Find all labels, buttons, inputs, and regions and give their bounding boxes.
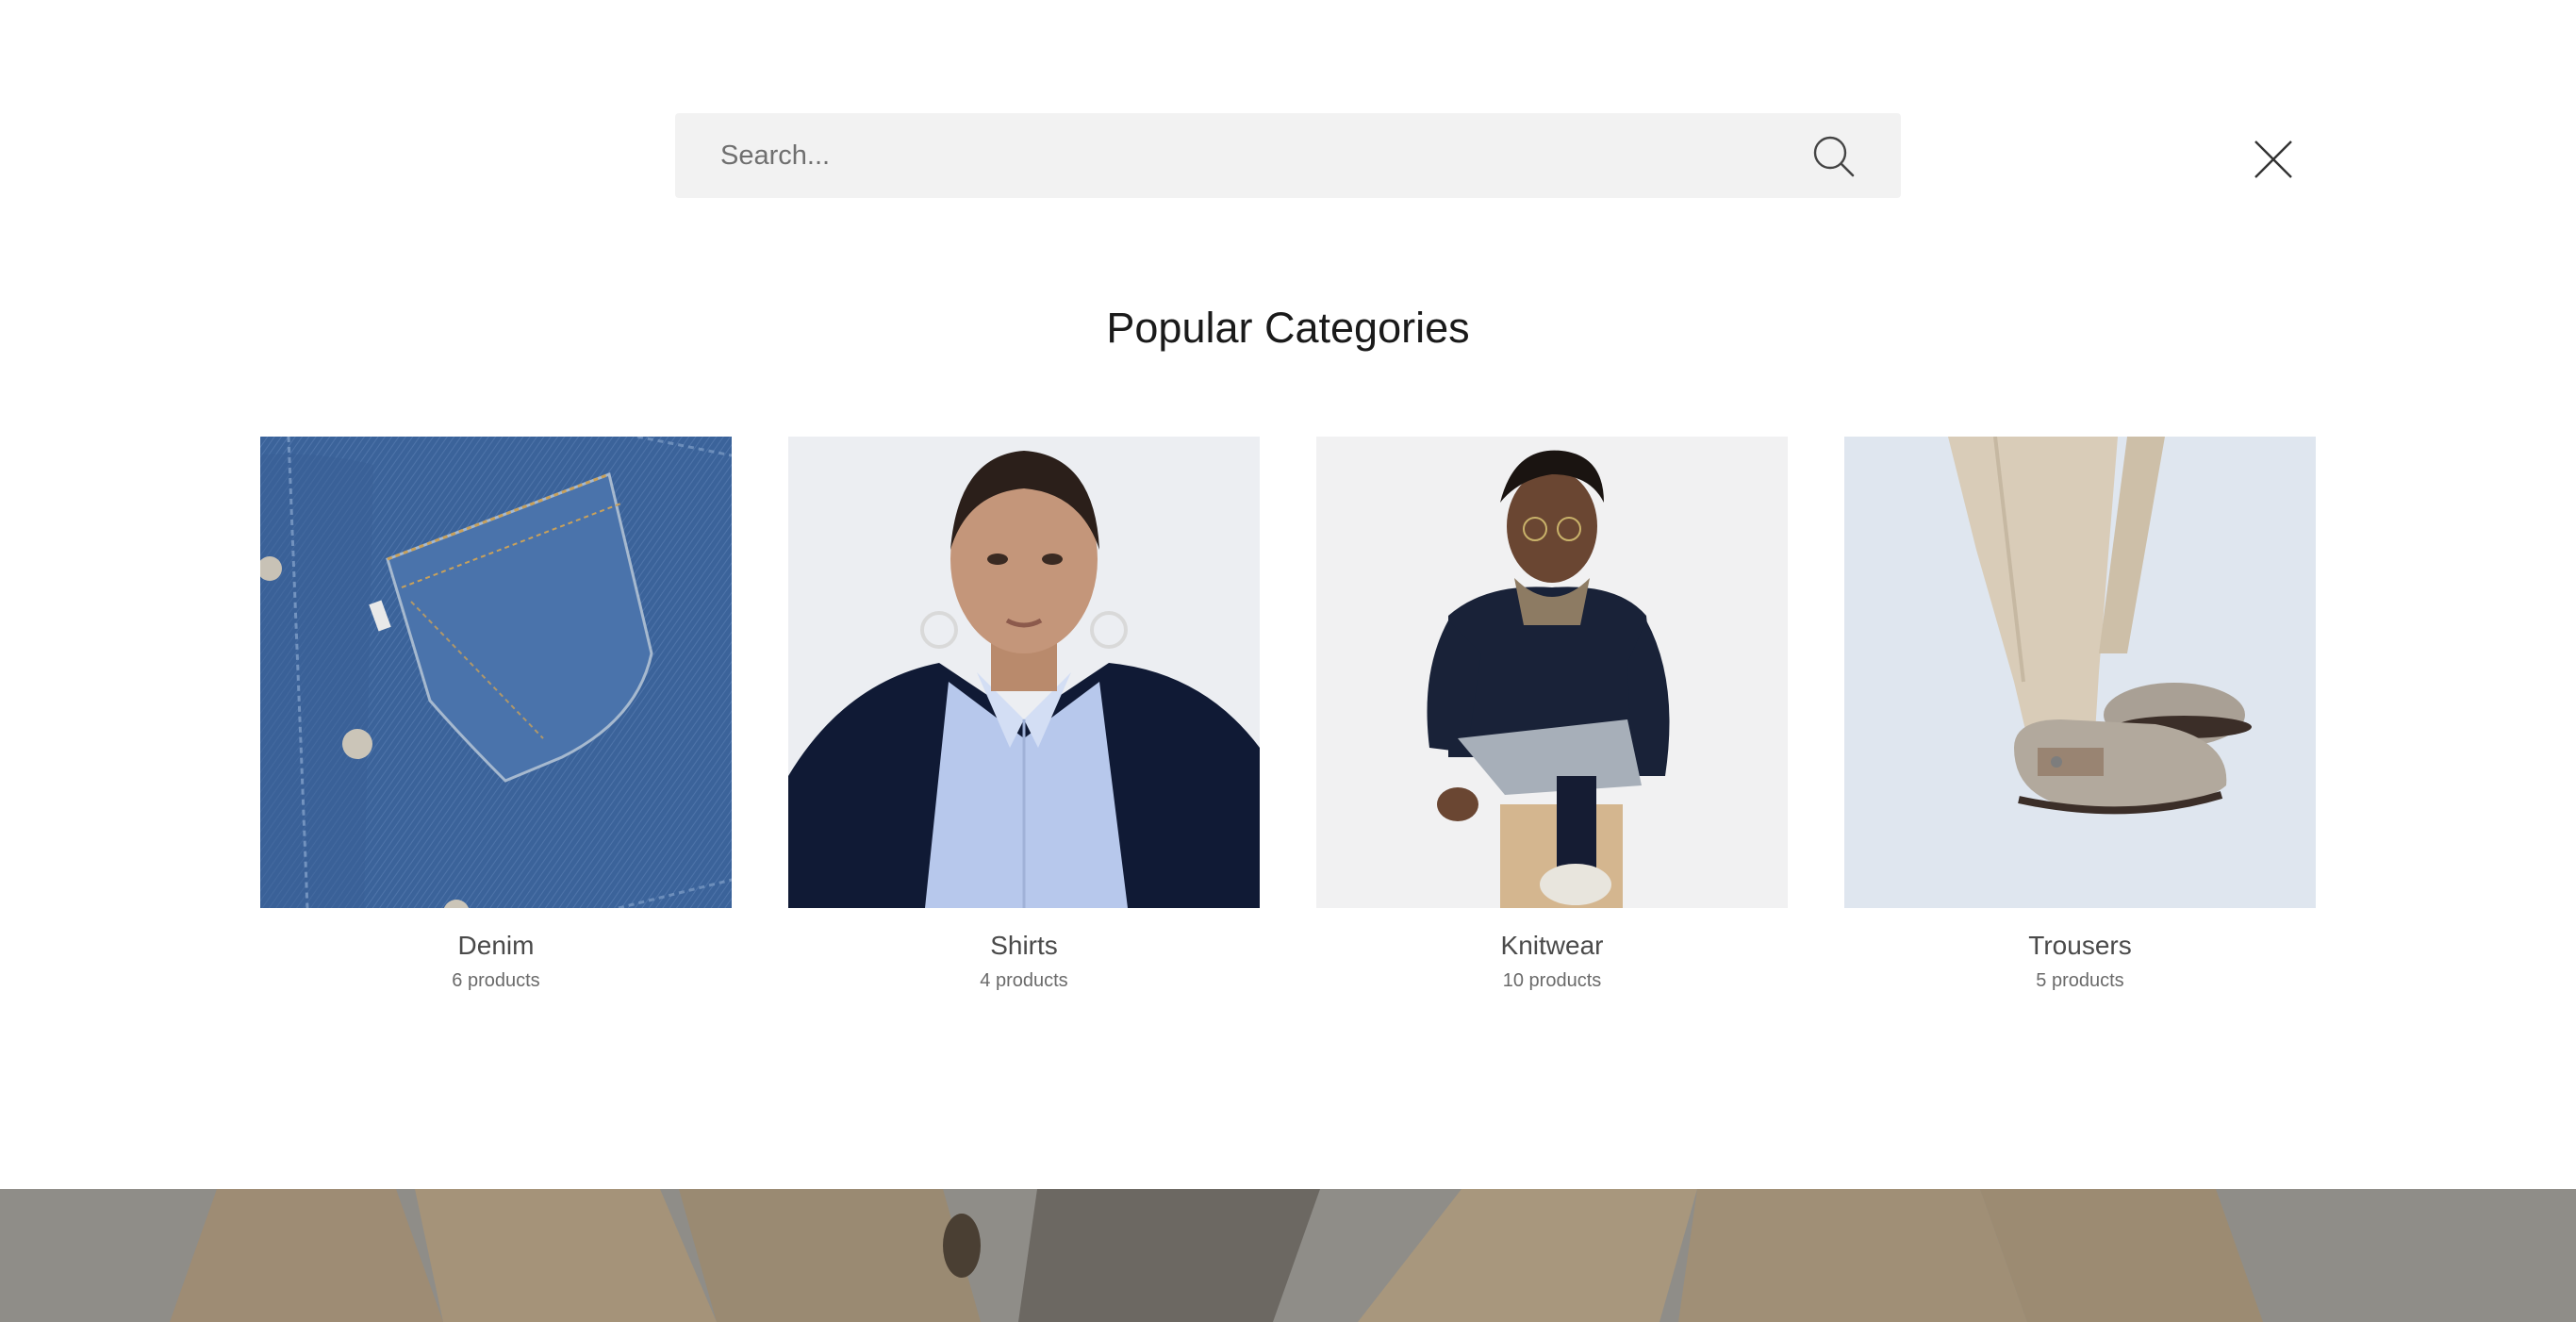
category-card-shirts[interactable]: Shirts 4 products bbox=[788, 437, 1260, 992]
search-icon[interactable] bbox=[1812, 135, 1856, 178]
category-product-count: 6 products bbox=[452, 970, 540, 991]
popular-categories-title: Popular Categories bbox=[1106, 304, 1470, 352]
category-image-denim[interactable] bbox=[260, 437, 732, 908]
category-name[interactable]: Knitwear bbox=[1316, 931, 1788, 961]
category-product-count: 5 products bbox=[2036, 970, 2124, 991]
category-name[interactable]: Shirts bbox=[788, 931, 1260, 961]
category-card-trousers[interactable]: Trousers 5 products bbox=[1844, 437, 2316, 992]
category-image-knitwear[interactable] bbox=[1316, 437, 1788, 908]
close-icon[interactable] bbox=[2254, 140, 2293, 179]
search-bar bbox=[675, 113, 1901, 198]
background-hero-image bbox=[0, 1189, 2576, 1322]
category-image-trousers[interactable] bbox=[1844, 437, 2316, 908]
search-input[interactable] bbox=[675, 113, 1807, 198]
category-name[interactable]: Trousers bbox=[1844, 931, 2316, 961]
category-product-count: 10 products bbox=[1502, 970, 1602, 991]
category-card-denim[interactable]: Denim 6 products bbox=[260, 437, 732, 992]
category-image-shirts[interactable] bbox=[788, 437, 1260, 908]
category-product-count: 4 products bbox=[980, 970, 1068, 991]
category-name[interactable]: Denim bbox=[260, 931, 732, 961]
category-card-knitwear[interactable]: Knitwear 10 products bbox=[1316, 437, 1788, 992]
search-overlay: Popular Categories bbox=[0, 0, 2576, 1189]
